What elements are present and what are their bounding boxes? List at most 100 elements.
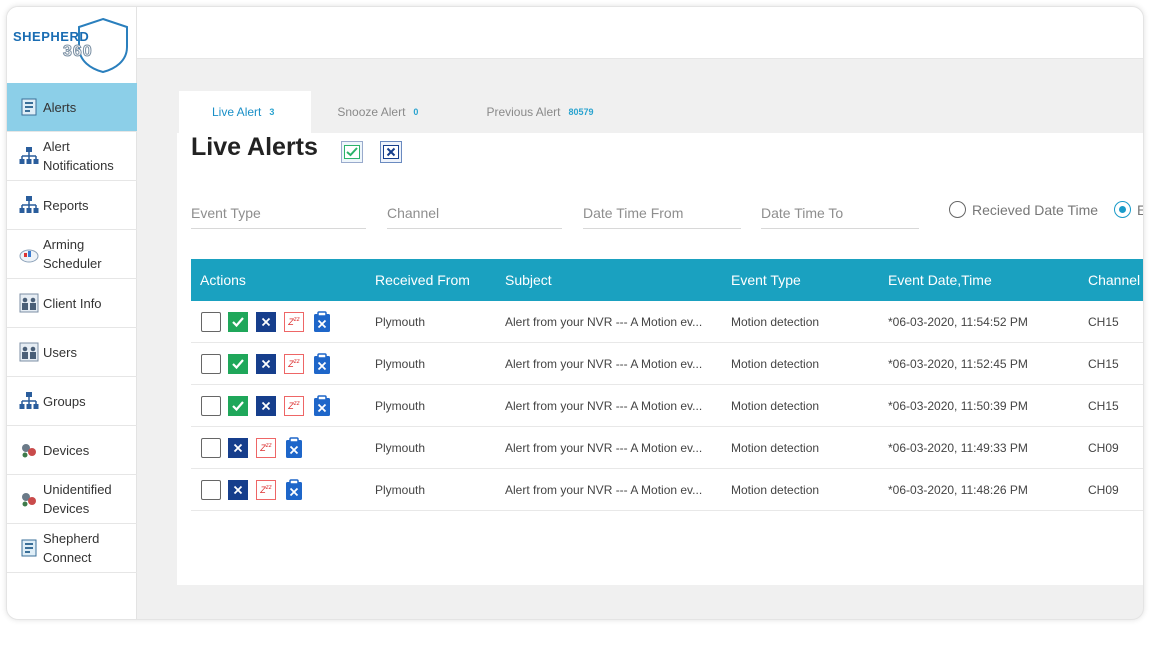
sidebar-item-client-info[interactable]: Client Info [7, 279, 137, 328]
clipboard-x-icon [314, 310, 330, 332]
tab-count: 80579 [568, 107, 594, 117]
dismiss-all-button[interactable] [380, 141, 402, 163]
close-icon [233, 485, 243, 494]
sidebar-nav: Alerts Alert Notifications Reports Arming S… [7, 83, 137, 573]
people-icon [19, 293, 39, 313]
radio-circle [1114, 201, 1131, 218]
clipboard-close-button[interactable] [312, 352, 332, 374]
dismiss-button[interactable] [256, 395, 276, 416]
dismiss-button[interactable] [228, 437, 248, 458]
received-date-radio[interactable]: Recieved Date Time [949, 201, 1098, 218]
header-subject[interactable]: Subject [505, 272, 731, 288]
cell-event-date: *06-03-2020, 11:52:45 PM [888, 356, 1028, 371]
scheduler-icon [19, 244, 39, 264]
row-checkbox[interactable] [201, 479, 221, 500]
table-row[interactable]: Zzz Plymouth Alert from your NVR --- A Mot… [191, 385, 1143, 427]
acknowledge-button[interactable] [228, 311, 248, 332]
clipboard-close-button[interactable] [284, 478, 304, 500]
clipboard-x-icon [314, 394, 330, 416]
check-icon [232, 400, 244, 411]
clipboard-close-button[interactable] [312, 310, 332, 332]
cell-received-from: Plymouth [375, 314, 426, 329]
snooze-button[interactable]: Zzz [284, 395, 304, 416]
event-type-field[interactable]: Event Type [191, 203, 366, 229]
dismiss-button[interactable] [256, 353, 276, 374]
cell-event-date: *06-03-2020, 11:48:26 PM [888, 482, 1028, 497]
sidebar-item-groups[interactable]: Groups [7, 377, 137, 426]
cell-event-type: Motion detection [731, 356, 820, 371]
channel-field[interactable]: Channel [387, 203, 562, 229]
row-checkbox[interactable] [201, 353, 221, 374]
close-icon [233, 443, 243, 452]
cell-received-from: Plymouth [375, 398, 426, 413]
clipboard-close-button[interactable] [284, 436, 304, 458]
sidebar-item-alert-notifications[interactable]: Alert Notifications [7, 132, 137, 181]
cell-subject: Alert from your NVR --- A Motion ev... [505, 440, 703, 455]
date-time-from-field[interactable]: Date Time From [583, 203, 741, 229]
date-time-to-field[interactable]: Date Time To [761, 203, 919, 229]
header-event-date[interactable]: Event Date,Time [888, 272, 1088, 288]
clipboard-x-icon [314, 352, 330, 374]
header-channel[interactable]: Channel [1088, 272, 1143, 288]
sidebar-item-label: Alerts [43, 99, 77, 115]
app-window: SHEPHERD 360 Alerts Alert Notifications Re… [6, 6, 1144, 620]
check-icon [344, 145, 360, 159]
row-actions: Zzz [191, 310, 375, 332]
network-icon [19, 391, 39, 411]
sidebar-item-devices[interactable]: Devices [7, 426, 137, 475]
dismiss-button[interactable] [228, 479, 248, 500]
sidebar-item-reports[interactable]: Reports [7, 181, 137, 230]
sidebar-item-label: Alert Notifications [43, 139, 114, 173]
clipboard-close-button[interactable] [312, 394, 332, 416]
snooze-button[interactable]: Zzz [256, 437, 276, 458]
header-event-type[interactable]: Event Type [731, 272, 888, 288]
table-row[interactable]: Zzz Plymouth Alert from your NVR --- A Mot… [191, 427, 1143, 469]
sidebar-item-users[interactable]: Users [7, 328, 137, 377]
people-icon [19, 342, 39, 362]
cell-channel: CH15 [1088, 356, 1119, 371]
close-icon [261, 359, 271, 368]
table-header: Actions Received From Subject Event Type… [191, 259, 1143, 301]
sidebar-item-label: Arming Scheduler [43, 237, 102, 271]
network-icon [19, 195, 39, 215]
cell-channel: CH09 [1088, 482, 1119, 497]
acknowledge-button[interactable] [228, 353, 248, 374]
sidebar-item-shepherd-connect[interactable]: Shepherd Connect [7, 524, 137, 573]
acknowledge-button[interactable] [228, 395, 248, 416]
sidebar-item-unidentified-devices[interactable]: Unidentified Devices [7, 475, 137, 524]
row-checkbox[interactable] [201, 395, 221, 416]
cell-received-from: Plymouth [375, 356, 426, 371]
cell-event-type: Motion detection [731, 440, 820, 455]
check-icon [232, 358, 244, 369]
snooze-icon: Zzz [288, 358, 300, 369]
alerts-table: Actions Received From Subject Event Type… [191, 259, 1143, 511]
row-checkbox[interactable] [201, 311, 221, 332]
sidebar-item-label: Users [43, 344, 77, 360]
sidebar-item-arming-scheduler[interactable]: Arming Scheduler [7, 230, 137, 279]
row-actions: Zzz [191, 352, 375, 374]
sidebar-item-alerts[interactable]: Alerts [7, 83, 137, 132]
row-checkbox[interactable] [201, 437, 221, 458]
snooze-button[interactable]: Zzz [284, 311, 304, 332]
clipboard-x-icon [286, 436, 302, 458]
tab-previous-alert[interactable]: Previous Alert 80579 [442, 91, 617, 133]
table-row[interactable]: Zzz Plymouth Alert from your NVR --- A Mot… [191, 343, 1143, 385]
sidebar-item-label: Client Info [43, 295, 102, 311]
header-received-from[interactable]: Received From [375, 272, 505, 288]
table-row[interactable]: Zzz Plymouth Alert from your NVR --- A Mot… [191, 301, 1143, 343]
snooze-button[interactable]: Zzz [284, 353, 304, 374]
radio-circle [949, 201, 966, 218]
table-body: Zzz Plymouth Alert from your NVR --- A Mot… [191, 301, 1143, 511]
cell-channel: CH09 [1088, 440, 1119, 455]
cell-event-type: Motion detection [731, 398, 820, 413]
cell-subject: Alert from your NVR --- A Motion ev... [505, 482, 703, 497]
snooze-button[interactable]: Zzz [256, 479, 276, 500]
tab-count: 3 [269, 107, 275, 117]
acknowledge-all-button[interactable] [341, 141, 363, 163]
shepherd-logo[interactable]: SHEPHERD 360 [13, 17, 128, 73]
event-date-radio[interactable]: E [1114, 201, 1143, 218]
table-row[interactable]: Zzz Plymouth Alert from your NVR --- A Mot… [191, 469, 1143, 511]
tab-snooze-alert[interactable]: Snooze Alert 0 [311, 91, 442, 133]
tab-live-alert[interactable]: Live Alert 3 [179, 91, 312, 133]
dismiss-button[interactable] [256, 311, 276, 332]
